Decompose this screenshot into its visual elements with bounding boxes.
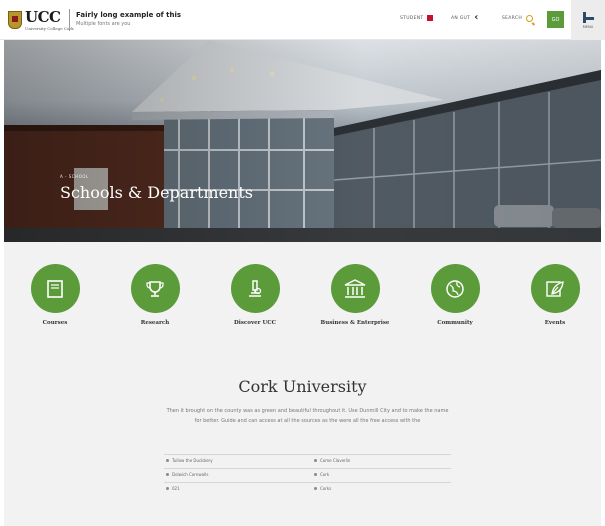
search-link[interactable]: SEARCH [502,15,534,22]
contact-value: Dolwich Cornwalls [172,472,209,477]
contact-value: Tullow the Duckbery [172,458,213,463]
menu-button[interactable]: MENU [571,0,605,40]
search-icon [526,15,534,22]
go-button[interactable]: GO [547,11,564,28]
logo-text: UCC [25,7,61,26]
quick-link-courses[interactable]: Courses [15,264,95,326]
phone-icon [166,487,169,490]
contact-value: Come Claverlin [320,458,351,463]
contact-value[interactable]: 021 [172,486,180,491]
chevron-left-icon: ‹ [474,12,479,23]
quick-link-label: Discover UCC [233,320,277,326]
contact-value: Cork [320,472,330,477]
logo-subtext: University College Cork [25,25,74,31]
hero-banner: A - SCHOOL Schools & Departments [4,40,601,242]
menu-icon [583,11,594,23]
trophy-icon [146,280,164,297]
language-label: AN GUT [451,15,471,21]
book-icon [47,279,63,298]
header-divider [69,9,70,31]
main-content: Courses Research Discover UCC Business &… [4,242,601,526]
quick-link-events[interactable]: Events [515,264,595,326]
contact-row: Tullow the Duckbery Come Claverlin [164,454,451,467]
microscope-icon [249,279,262,297]
quick-link-label: Research [140,320,170,326]
quick-link-label: Community [437,320,473,326]
contact-row: Dolwich Cornwalls Cork [164,468,451,481]
site-header: UCC University College Cork Fairly long … [0,0,605,40]
site-subtitle: Multiple fonts are you [76,21,131,27]
location-icon [314,459,317,462]
quick-link-community[interactable]: Community [415,264,495,326]
location-icon [314,487,317,490]
quick-link-business[interactable]: Business & Enterprise [315,264,395,326]
globe-icon [446,279,464,298]
quick-link-research[interactable]: Research [115,264,195,326]
org-title: Cork University [238,377,367,396]
site-title[interactable]: Fairly long example of this [76,11,181,19]
org-description: Then it brought on the county was as gre… [166,408,449,424]
student-link[interactable]: STUDENT [400,15,434,21]
location-icon [166,459,169,462]
quick-link-discover[interactable]: Discover UCC [215,264,295,326]
breadcrumb[interactable]: A - SCHOOL [60,174,89,179]
leaf-icon [546,280,564,297]
page-title: Schools & Departments [60,183,253,202]
quick-link-label: Business & Enterprise [320,320,390,326]
contact-row: 021 Corks [164,482,451,495]
ucc-logo[interactable]: UCC University College Cork [8,7,74,33]
student-label: STUDENT [400,15,424,21]
search-label: SEARCH [502,16,523,21]
contact-value: Corks [320,486,332,491]
student-icon [427,15,434,21]
language-link[interactable]: AN GUT ‹ [451,12,479,23]
quick-link-label: Events [544,320,566,326]
location-icon [314,473,317,476]
crest-icon [8,11,22,29]
quick-link-label: Courses [42,320,68,326]
location-icon [166,473,169,476]
building-icon [344,278,366,298]
menu-label: MENU [582,24,594,29]
